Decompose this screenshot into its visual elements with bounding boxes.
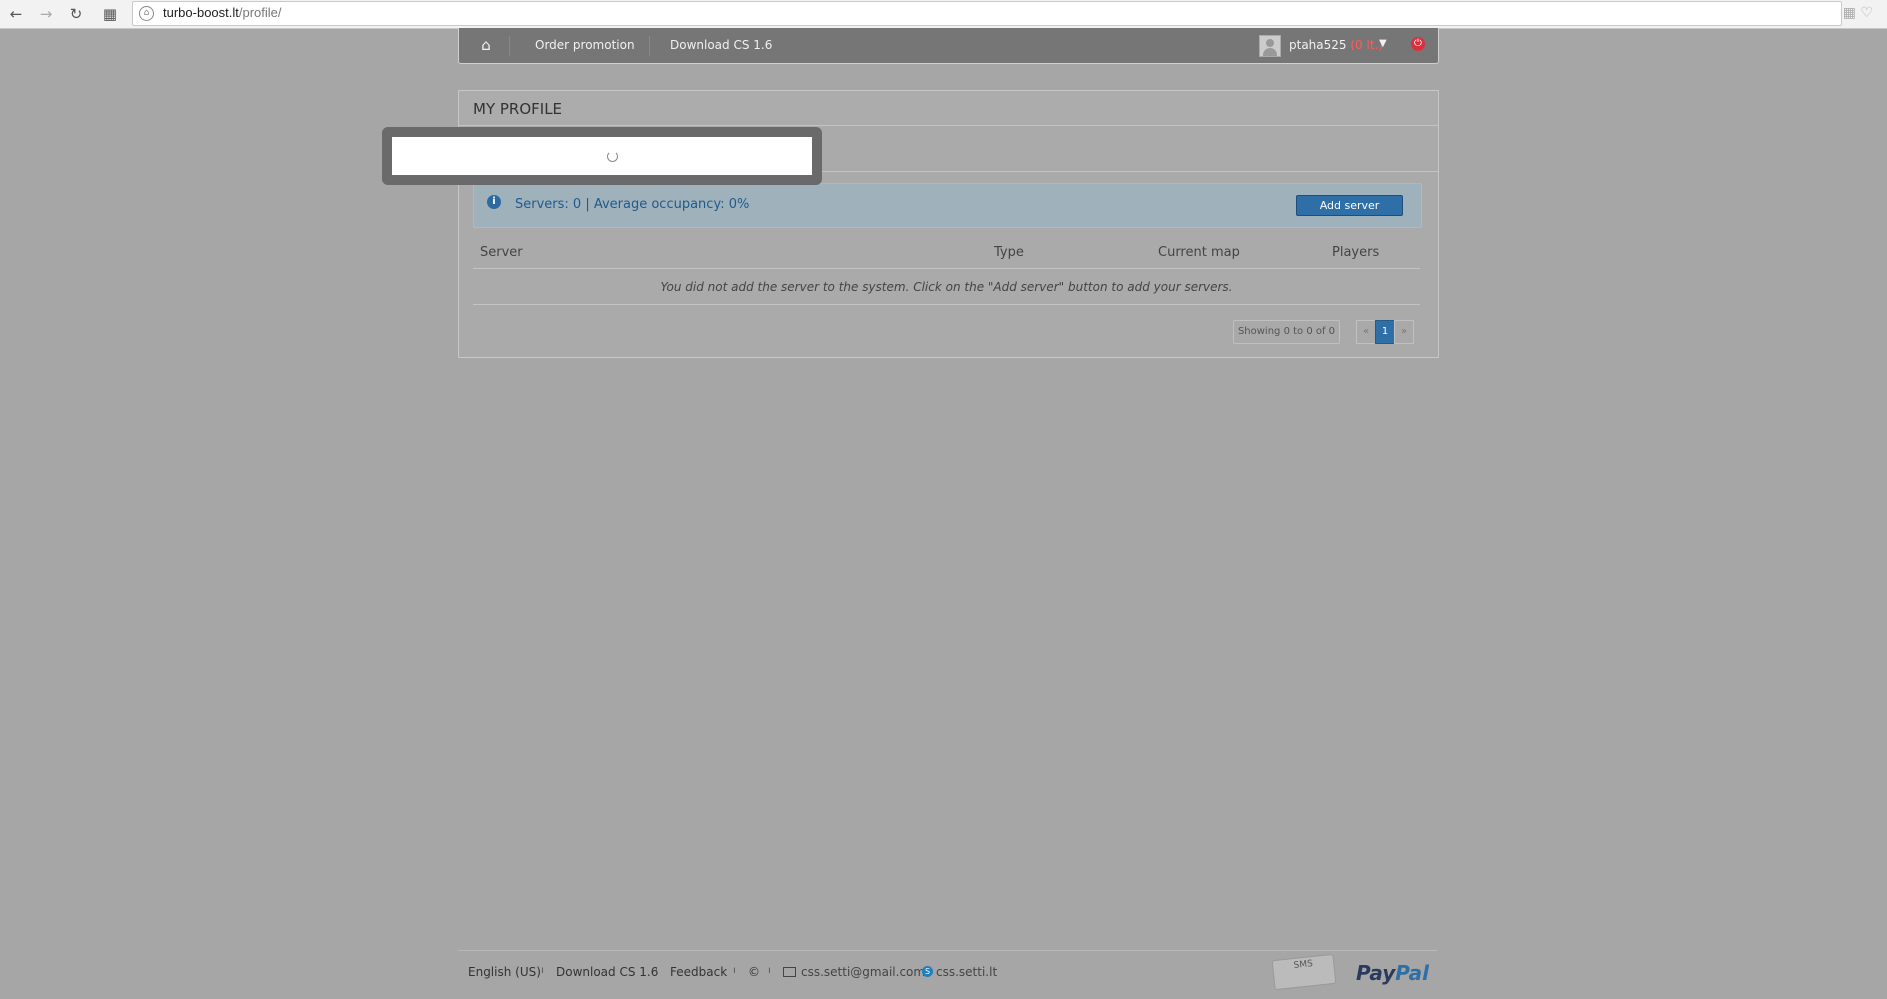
loading-overlay bbox=[382, 127, 822, 185]
email-link[interactable]: css.setti@gmail.com bbox=[801, 965, 925, 979]
servers-table: Server Type Current map Players You did … bbox=[473, 236, 1420, 305]
spinner-icon bbox=[607, 151, 618, 162]
footer-divider: ı bbox=[768, 965, 771, 976]
nav-divider bbox=[649, 36, 650, 56]
copyright: © bbox=[748, 965, 760, 979]
info-icon: i bbox=[487, 195, 501, 209]
chevron-down-icon[interactable]: ▼ bbox=[1379, 38, 1387, 49]
footer-divider: ı bbox=[733, 965, 736, 976]
order-promotion-link[interactable]: Order promotion bbox=[535, 38, 635, 52]
page-title: MY PROFILE bbox=[473, 100, 563, 118]
table-row: You did not add the server to the system… bbox=[473, 268, 1420, 305]
footer: English (US) ı Download CS 1.6 ı Feedbac… bbox=[458, 950, 1437, 991]
footer-divider: ı bbox=[655, 965, 658, 976]
showing-count: Showing 0 to 0 of 0 bbox=[1233, 320, 1340, 344]
forward-icon[interactable]: → bbox=[36, 4, 56, 24]
logout-icon[interactable]: ⏻ bbox=[1411, 37, 1425, 51]
column-header-type[interactable]: Type bbox=[987, 236, 1151, 269]
bookmark-icon[interactable]: ▦ ♡ bbox=[1843, 5, 1873, 21]
add-server-button[interactable]: Add server bbox=[1296, 195, 1403, 216]
footer-divider: ı bbox=[541, 965, 544, 976]
back-icon[interactable]: ← bbox=[6, 4, 26, 24]
user-menu[interactable]: ptaha525 (0 lt.) bbox=[1289, 38, 1383, 52]
column-header-current-map[interactable]: Current map bbox=[1151, 236, 1325, 269]
url-text[interactable]: turbo-boost.lt/profile/ bbox=[163, 5, 282, 20]
feedback-link[interactable]: Feedback bbox=[670, 965, 727, 979]
prev-page-button[interactable]: « bbox=[1356, 320, 1376, 344]
column-header-server[interactable]: Server bbox=[473, 236, 987, 269]
footer-download-link[interactable]: Download CS 1.6 bbox=[556, 965, 658, 979]
avatar[interactable] bbox=[1259, 35, 1281, 57]
next-page-button[interactable]: » bbox=[1394, 320, 1414, 344]
mail-icon bbox=[783, 967, 796, 977]
skype-link[interactable]: css.setti.lt bbox=[936, 965, 997, 979]
globe-icon: ⌂ bbox=[139, 6, 154, 21]
address-bar[interactable]: ⌂ turbo-boost.lt/profile/ bbox=[132, 1, 1842, 26]
apps-icon[interactable]: ▦ bbox=[100, 4, 120, 24]
nav-divider bbox=[509, 36, 510, 56]
reload-icon[interactable]: ↻ bbox=[66, 4, 86, 24]
paypal-logo: PayPal bbox=[1356, 961, 1430, 985]
column-header-players[interactable]: Players bbox=[1325, 236, 1420, 269]
servers-info-bar: i Servers: 0 | Average occupancy: 0% Add… bbox=[473, 183, 1422, 228]
language-link[interactable]: English (US) bbox=[468, 965, 541, 979]
top-navbar: ⌂ Order promotion Download CS 1.6 ptaha5… bbox=[458, 28, 1439, 64]
empty-message: You did not add the server to the system… bbox=[473, 268, 1420, 305]
download-cs-link[interactable]: Download CS 1.6 bbox=[670, 38, 772, 52]
loading-box bbox=[392, 137, 812, 175]
panel-header: MY PROFILE bbox=[459, 91, 1438, 126]
servers-stats: Servers: 0 | Average occupancy: 0% bbox=[515, 197, 750, 212]
page-1-button[interactable]: 1 bbox=[1375, 320, 1395, 344]
username: ptaha525 bbox=[1289, 38, 1347, 52]
sms-logo: SMS bbox=[1271, 953, 1337, 991]
pagination: « 1 » bbox=[1356, 320, 1414, 344]
skype-icon: S bbox=[922, 966, 933, 977]
home-icon[interactable]: ⌂ bbox=[477, 36, 495, 54]
browser-toolbar: ← → ↻ ▦ ⌂ turbo-boost.lt/profile/ ▦ ♡ bbox=[0, 0, 1887, 29]
